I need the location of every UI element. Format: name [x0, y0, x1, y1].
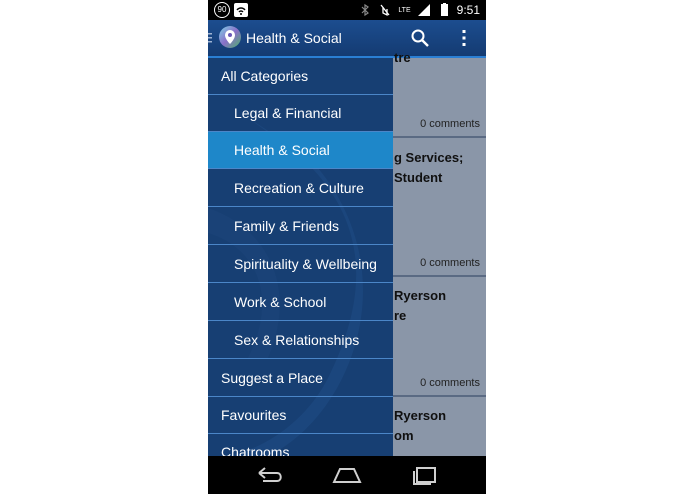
drawer-indicator-icon[interactable]	[208, 32, 214, 44]
drawer-item-recreation-culture[interactable]: Recreation & Culture	[208, 170, 393, 207]
drawer-item-suggest-place[interactable]: Suggest a Place	[208, 360, 393, 397]
wifi-icon	[234, 3, 248, 17]
clock: 9:51	[456, 3, 480, 17]
drawer-item-all-categories[interactable]: All Categories	[208, 58, 393, 95]
app-logo-icon[interactable]	[218, 25, 242, 51]
drawer-item-legal-financial[interactable]: Legal & Financial	[208, 95, 393, 132]
navigation-drawer: All Categories Legal & Financial Health …	[208, 58, 393, 456]
network-label: LTE	[398, 6, 411, 14]
drawer-item-chatrooms[interactable]: Chatrooms	[208, 434, 393, 456]
overflow-menu-icon[interactable]	[459, 28, 469, 48]
drawer-item-family-friends[interactable]: Family & Friends	[208, 208, 393, 245]
drawer-item-label: Legal & Financial	[234, 105, 342, 121]
drawer-item-label: Family & Friends	[234, 218, 340, 234]
drawer-item-label: All Categories	[221, 68, 309, 84]
mute-icon	[380, 4, 390, 17]
phone-screen: 90 LTE 9:51 Health & Social tre 0 commen…	[208, 0, 486, 494]
drawer-item-label: Sex & Relationships	[234, 332, 360, 348]
search-icon[interactable]	[410, 28, 430, 48]
bluetooth-icon	[361, 3, 370, 17]
card-title: Ryerson re	[394, 288, 447, 323]
card-comments: 0 comments	[420, 257, 480, 269]
card-comments: 0 comments	[420, 377, 480, 389]
card-comments: 0 comments	[420, 118, 480, 130]
system-nav-bar	[208, 456, 486, 494]
battery-icon	[440, 3, 448, 16]
back-icon[interactable]	[255, 464, 285, 486]
recent-apps-icon[interactable]	[410, 464, 440, 486]
drawer-item-health-social[interactable]: Health & Social	[208, 132, 393, 169]
drawer-item-work-school[interactable]: Work & School	[208, 284, 393, 321]
drawer-item-label: Chatrooms	[221, 444, 290, 456]
drawer-item-spirituality-wellbeing[interactable]: Spirituality & Wellbeing	[208, 246, 393, 283]
notification-badge: 90	[214, 2, 230, 18]
drawer-item-label: Recreation & Culture	[234, 180, 364, 196]
drawer-item-favourites[interactable]: Favourites	[208, 397, 393, 434]
drawer-item-label: Work & School	[234, 294, 327, 310]
signal-icon	[417, 4, 430, 16]
card-title: g Services; Student	[394, 150, 464, 185]
drawer-item-label: Health & Social	[234, 142, 330, 158]
drawer-item-label: Spirituality & Wellbeing	[234, 256, 377, 272]
card-title: Ryerson om	[394, 408, 447, 443]
drawer-item-label: Suggest a Place	[221, 370, 323, 386]
page-title: Health & Social	[246, 30, 342, 46]
home-icon[interactable]	[332, 464, 362, 486]
status-bar: 90 LTE 9:51	[208, 0, 486, 20]
card-title: tre	[394, 50, 411, 65]
drawer-item-label: Favourites	[221, 407, 287, 423]
drawer-item-sex-relationships[interactable]: Sex & Relationships	[208, 322, 393, 359]
